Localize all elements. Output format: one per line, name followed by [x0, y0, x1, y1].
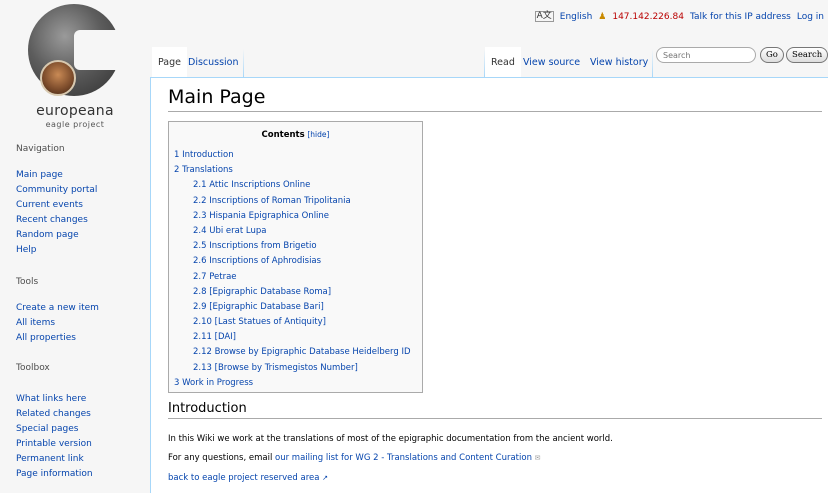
toc-list: 1 Introduction 2 Translations 2.1 Attic … — [174, 148, 417, 391]
toc-item[interactable]: 2.13 [Browse by Trismegistos Number] — [193, 363, 358, 373]
sidebar-item-help[interactable]: Help — [16, 245, 37, 255]
toc-hide-link[interactable]: [hide] — [307, 130, 329, 139]
intro-paragraph: In this Wiki we work at the translations… — [168, 434, 613, 444]
contact-text: For any questions, email — [168, 453, 276, 463]
page-title: Main Page — [168, 86, 266, 108]
toc-item[interactable]: 2 Translations — [174, 165, 233, 175]
login-link[interactable]: Log in — [797, 12, 824, 22]
introduction-divider — [168, 418, 822, 419]
tab-view-source[interactable]: View source — [517, 47, 586, 77]
sidebar-item-community-portal[interactable]: Community portal — [16, 185, 97, 195]
personal-tools: A文 English ♟ 147.142.226.84 Talk for thi… — [534, 11, 824, 22]
toc-item[interactable]: 2.7 Petrae — [193, 272, 237, 282]
sidebar-item-related-changes[interactable]: Related changes — [16, 409, 91, 419]
toc-item[interactable]: 2.1 Attic Inscriptions Online — [193, 180, 310, 190]
reserved-area-paragraph: back to eagle project reserved area ↗ — [168, 473, 328, 483]
sidebar-item-recent-changes[interactable]: Recent changes — [16, 215, 88, 225]
page-tabs: Page Discussion Read View source View hi… — [150, 37, 828, 77]
toc-item[interactable]: 2.8 [Epigraphic Database Roma] — [193, 287, 331, 297]
sidebar-item-random-page[interactable]: Random page — [16, 230, 79, 240]
sidebar-item-what-links-here[interactable]: What links here — [16, 394, 86, 404]
sidebar-item-main-page[interactable]: Main page — [16, 170, 63, 180]
main-content: Main Page Contents [hide] 1 Introduction… — [150, 77, 828, 493]
tab-view-history[interactable]: View history — [584, 47, 654, 77]
sidebar-item-create-new-item[interactable]: Create a new item — [16, 303, 99, 313]
go-button[interactable]: Go — [760, 47, 784, 63]
toc-item[interactable]: 2.9 [Epigraphic Database Bari] — [193, 302, 324, 312]
tab-read[interactable]: Read — [485, 47, 521, 77]
contact-paragraph: For any questions, email our mailing lis… — [168, 453, 541, 463]
table-of-contents: Contents [hide] 1 Introduction 2 Transla… — [168, 121, 423, 393]
sidebar-item-current-events[interactable]: Current events — [16, 200, 83, 210]
introduction-heading: Introduction — [168, 401, 247, 416]
tab-discussion[interactable]: Discussion — [182, 47, 245, 77]
toolbox-heading: Toolbox — [16, 363, 50, 373]
sidebar-item-page-information[interactable]: Page information — [16, 469, 93, 479]
reserved-area-link[interactable]: back to eagle project reserved area — [168, 473, 319, 483]
site-logo[interactable]: europeana eagle project — [0, 0, 150, 132]
ip-address: 147.142.226.84 — [612, 11, 684, 22]
navigation-heading: Navigation — [16, 144, 65, 154]
sidebar-navigation: Navigation Main page Community portal Cu… — [16, 144, 97, 258]
sidebar-item-special-pages[interactable]: Special pages — [16, 424, 78, 434]
portrait-logo-icon — [40, 60, 76, 96]
sidebar-item-all-properties[interactable]: All properties — [16, 333, 76, 343]
toc-item[interactable]: 2.11 [DAI] — [193, 332, 236, 342]
talk-link[interactable]: Talk for this IP address — [690, 12, 791, 22]
sidebar-item-all-items[interactable]: All items — [16, 318, 55, 328]
sidebar-item-printable-version[interactable]: Printable version — [16, 439, 92, 449]
search-input[interactable] — [656, 47, 756, 63]
mail-icon: ✉ — [534, 454, 541, 462]
toc-item[interactable]: 2.2 Inscriptions of Roman Tripolitania — [193, 196, 351, 206]
external-link-icon: ↗ — [322, 474, 329, 482]
toc-item[interactable]: 2.6 Inscriptions of Aphrodisias — [193, 256, 321, 266]
sidebar-toolbox: Toolbox What links here Related changes … — [16, 363, 93, 482]
toc-item[interactable]: 1 Introduction — [174, 150, 234, 160]
toc-item[interactable]: 3 Work in Progress — [174, 378, 253, 388]
search-button[interactable]: Search — [786, 47, 828, 63]
language-icon[interactable]: A文 — [534, 11, 554, 22]
user-icon: ♟ — [598, 11, 607, 22]
tools-heading: Tools — [16, 277, 39, 287]
toc-item[interactable]: 2.3 Hispania Epigraphica Online — [193, 211, 329, 221]
logo-subtitle: eagle project — [45, 120, 105, 129]
toc-title: Contents — [261, 130, 305, 140]
sidebar-tools: Tools Create a new item All items All pr… — [16, 277, 99, 346]
mailing-list-link[interactable]: our mailing list for WG 2 - Translations… — [275, 453, 532, 463]
sidebar-item-permanent-link[interactable]: Permanent link — [16, 454, 84, 464]
toc-item[interactable]: 2.5 Inscriptions from Brigetio — [193, 241, 317, 251]
toc-item[interactable]: 2.4 Ubi erat Lupa — [193, 226, 266, 236]
language-link[interactable]: English — [560, 12, 593, 22]
toc-title-row: Contents [hide] — [174, 130, 417, 142]
tab-separator — [652, 49, 653, 77]
tab-separator — [243, 49, 244, 77]
heading-divider — [168, 111, 822, 112]
toc-item[interactable]: 2.12 Browse by Epigraphic Database Heide… — [193, 347, 411, 357]
logo-wordmark: europeana — [36, 103, 114, 119]
toc-item[interactable]: 2.10 [Last Statues of Antiquity] — [193, 317, 326, 327]
